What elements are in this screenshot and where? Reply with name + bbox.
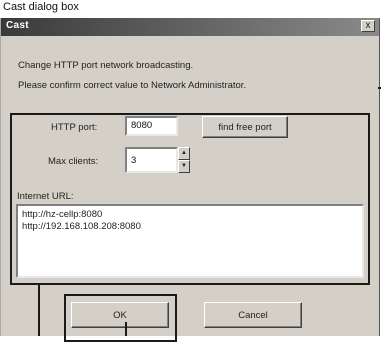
cancel-button[interactable]: Cancel — [204, 302, 302, 328]
internet-url-list[interactable]: http://hz-cellp:8080 http://192.168.108.… — [16, 204, 364, 278]
close-icon: x — [365, 20, 371, 31]
figure-caption: Cast dialog box — [3, 1, 79, 13]
max-clients-input[interactable]: 3 — [125, 147, 178, 173]
dialog-titlebar[interactable]: Cast x — [1, 18, 379, 36]
callout-line-ok — [125, 322, 127, 336]
cast-dialog: Cast x Change HTTP port network broadcas… — [0, 18, 380, 342]
http-port-label: HTTP port: — [51, 122, 98, 133]
max-clients-spinner[interactable]: ▲ ▼ — [178, 147, 190, 173]
http-port-input[interactable]: 8080 — [125, 116, 178, 136]
close-button[interactable]: x — [361, 20, 375, 32]
list-item[interactable]: http://192.168.108.208:8080 — [22, 221, 358, 233]
intro-line-1: Change HTTP port network broadcasting. — [18, 60, 194, 71]
internet-url-label: Internet URL: — [17, 191, 74, 202]
dialog-title: Cast — [6, 20, 29, 31]
find-free-port-button[interactable]: find free port — [202, 116, 288, 138]
spin-down-icon[interactable]: ▼ — [178, 160, 190, 173]
ok-button[interactable]: OK — [71, 302, 169, 328]
max-clients-label: Max clients: — [48, 156, 99, 167]
callout-line-left — [38, 285, 40, 336]
spin-up-icon[interactable]: ▲ — [178, 147, 190, 160]
intro-line-2: Please confirm correct value to Network … — [18, 80, 247, 91]
list-item[interactable]: http://hz-cellp:8080 — [22, 209, 358, 221]
